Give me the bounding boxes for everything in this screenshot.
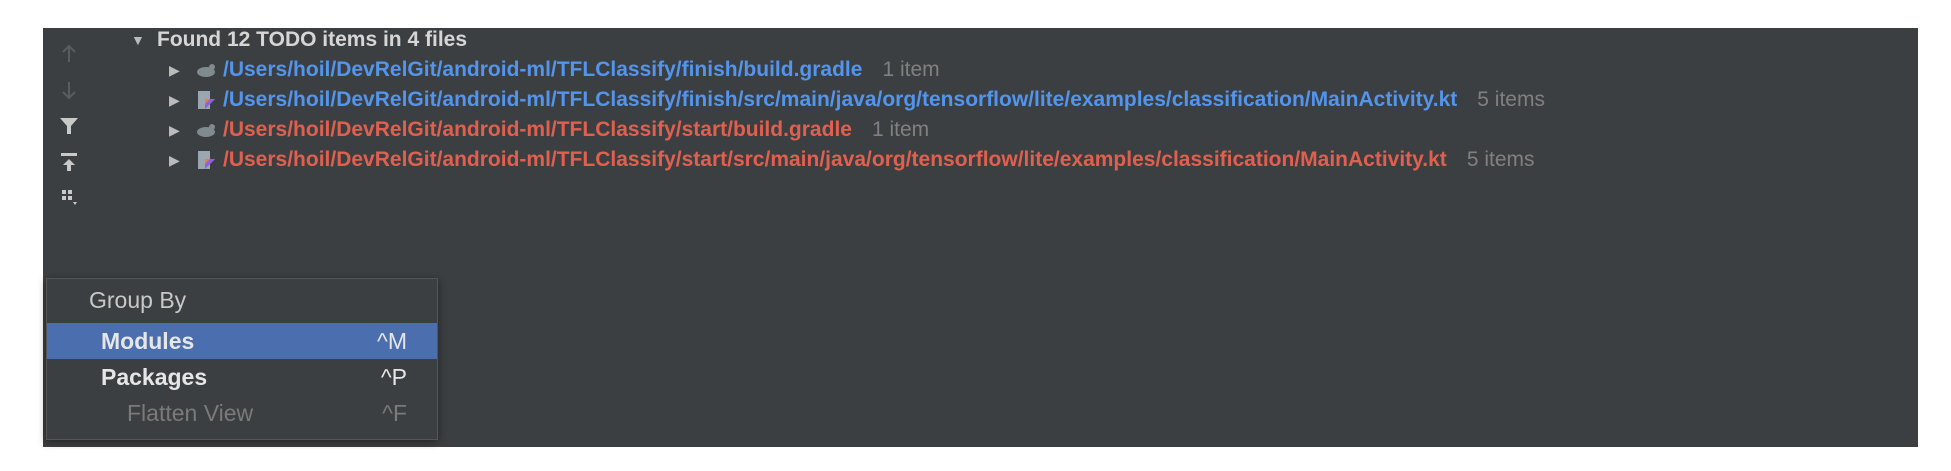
- gradle-icon: [195, 119, 217, 141]
- file-path: /Users/hoil/DevRelGit/android-ml/TFLClas…: [223, 118, 852, 141]
- collapse-arrow-icon[interactable]: ▶: [169, 92, 187, 109]
- kotlin-file-icon: [195, 149, 217, 171]
- tree-root-label: Found 12 TODO items in 4 files: [157, 28, 468, 51]
- popup-title: Group By: [89, 287, 187, 313]
- menu-item-flatten-view: Flatten View ^F: [47, 395, 437, 431]
- expand-arrow-icon[interactable]: ▼: [131, 32, 149, 48]
- arrow-down-icon[interactable]: [53, 74, 85, 106]
- file-path: /Users/hoil/DevRelGit/android-ml/TFLClas…: [223, 88, 1458, 111]
- item-count: 1 item: [882, 58, 940, 81]
- menu-item-modules[interactable]: Modules ^M: [47, 323, 437, 359]
- tree-file-row[interactable]: ▶ /Users/hoil/DevRelGit/android-ml/TFLCl…: [169, 84, 1545, 116]
- file-path: /Users/hoil/DevRelGit/android-ml/TFLClas…: [223, 148, 1447, 171]
- group-by-icon[interactable]: [53, 182, 85, 214]
- menu-item-label: Packages: [101, 363, 208, 390]
- collapse-arrow-icon[interactable]: ▶: [169, 152, 187, 169]
- tree-file-row[interactable]: ▶ /Users/hoil/DevRelGit/android-ml/TFLCl…: [169, 54, 940, 86]
- menu-item-shortcut: ^P: [380, 363, 407, 390]
- file-path: /Users/hoil/DevRelGit/android-ml/TFLClas…: [223, 58, 863, 81]
- gradle-icon: [195, 59, 217, 81]
- item-count: 1 item: [871, 118, 930, 141]
- tree-root[interactable]: ▼ Found 12 TODO items in 4 files: [131, 24, 467, 56]
- item-count: 5 items: [1477, 88, 1545, 111]
- filter-icon[interactable]: [53, 110, 85, 142]
- menu-item-shortcut: ^M: [377, 327, 407, 354]
- menu-item-shortcut: ^F: [382, 399, 407, 426]
- collapse-arrow-icon[interactable]: ▶: [169, 62, 187, 79]
- preview-icon[interactable]: [53, 146, 85, 178]
- item-count: 5 items: [1466, 148, 1535, 171]
- kotlin-file-icon: [195, 89, 217, 111]
- tree-file-row[interactable]: ▶ /Users/hoil/DevRelGit/android-ml/TFLCl…: [169, 114, 929, 146]
- tree-file-row[interactable]: ▶ /Users/hoil/DevRelGit/android-ml/TFLCl…: [169, 144, 1535, 176]
- menu-item-label: Flatten View: [127, 399, 254, 426]
- menu-item-packages[interactable]: Packages ^P: [47, 359, 437, 395]
- todo-tree: ▼ Found 12 TODO items in 4 files ▶ /User…: [99, 28, 1918, 258]
- group-by-popup: Group By Modules ^M Packages ^P Flatten …: [46, 278, 438, 440]
- menu-item-label: Modules: [101, 327, 195, 354]
- collapse-arrow-icon[interactable]: ▶: [169, 122, 187, 139]
- arrow-up-icon[interactable]: [53, 38, 85, 70]
